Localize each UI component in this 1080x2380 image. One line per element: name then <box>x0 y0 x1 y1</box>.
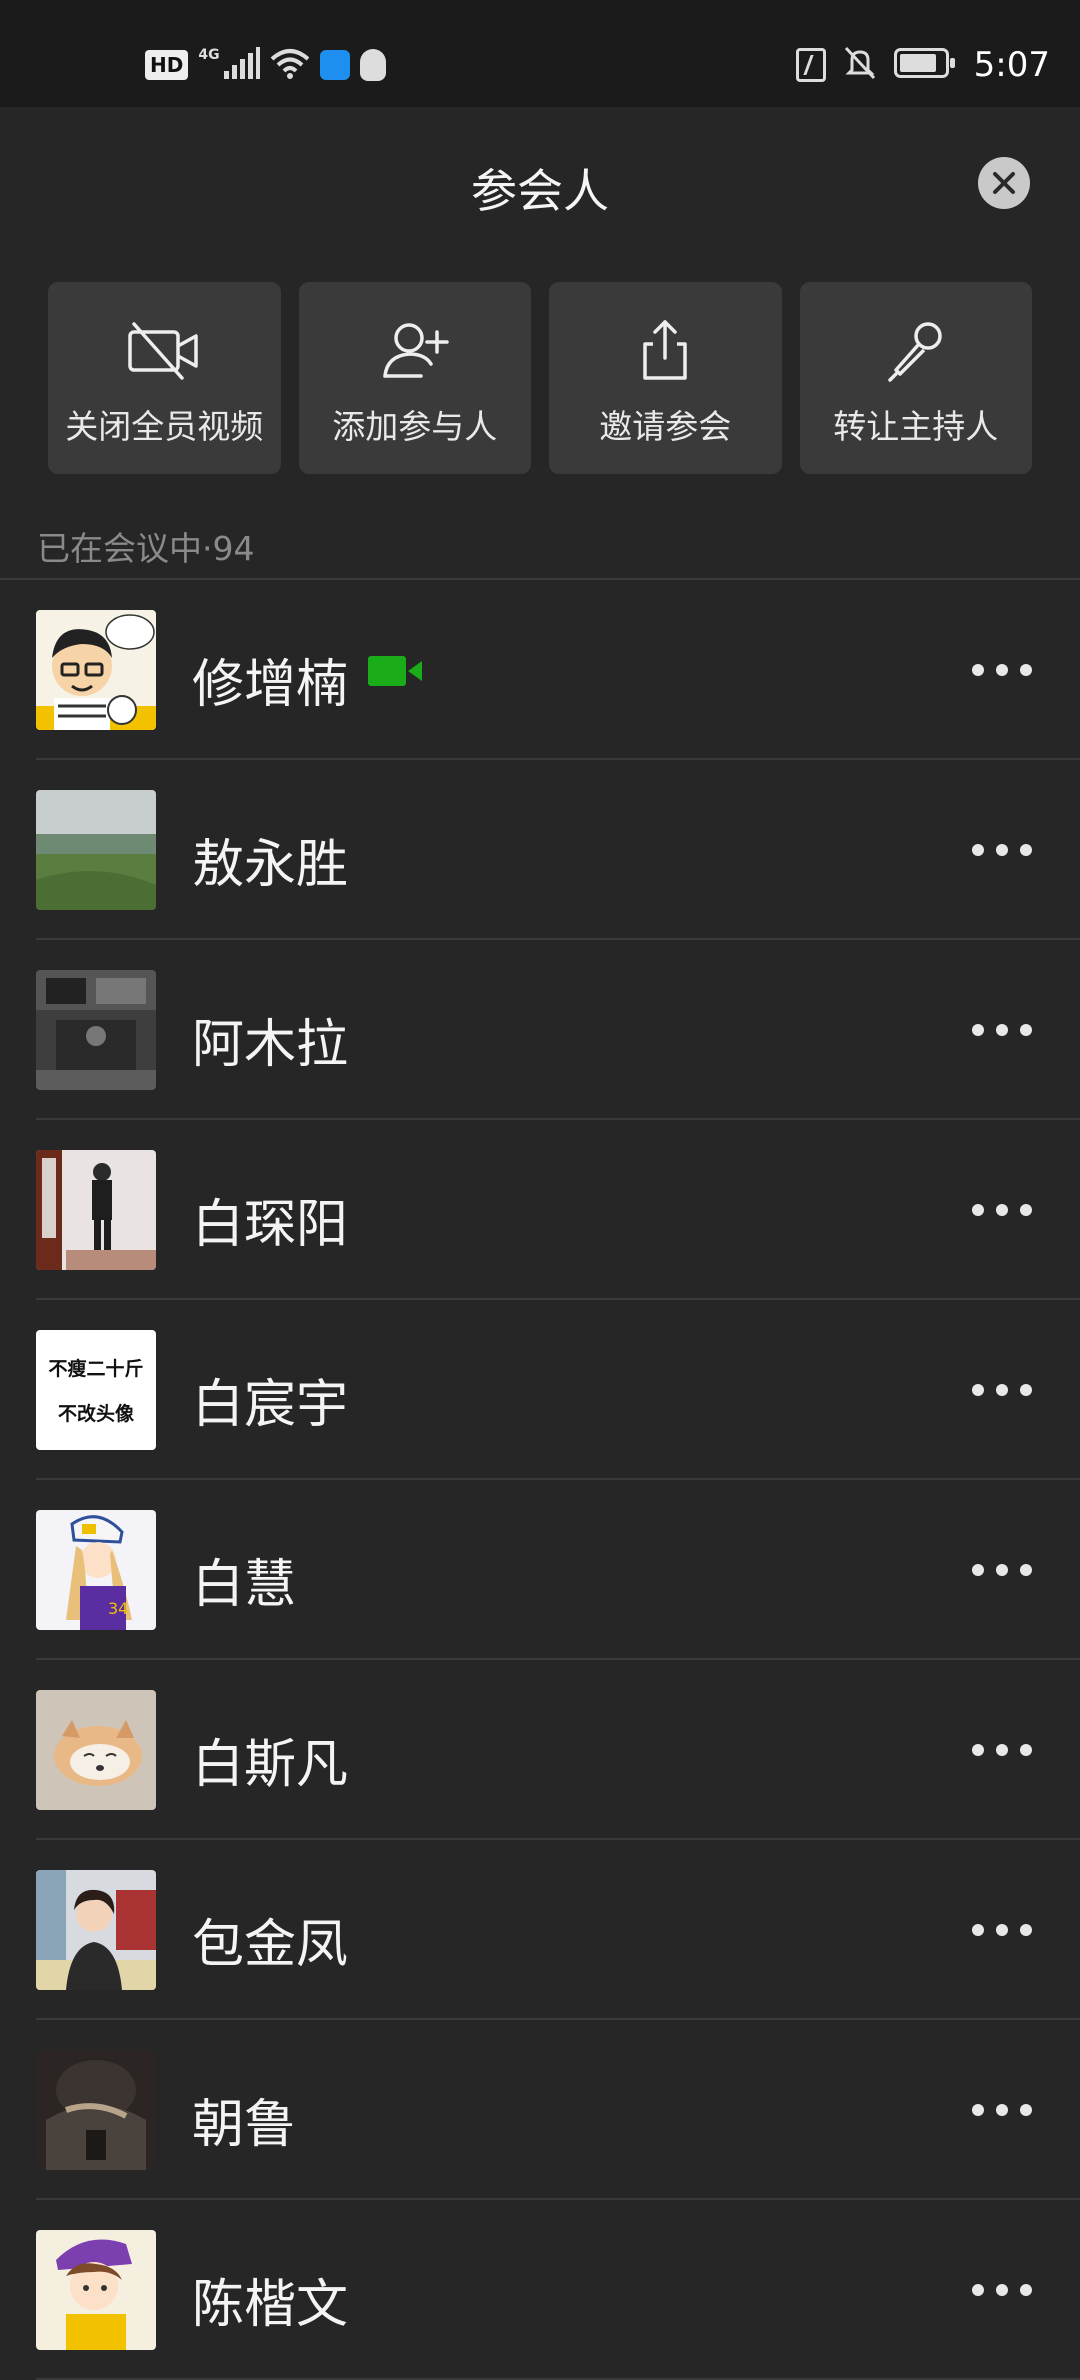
participant-name: 修增楠 <box>192 655 349 715</box>
more-options-button[interactable] <box>972 1010 1032 1050</box>
signal-icon <box>223 47 260 83</box>
panel-header: 参会人 <box>0 107 1080 257</box>
more-options-button[interactable] <box>972 2270 1032 2310</box>
avatar <box>36 2230 156 2350</box>
avatar <box>36 1870 156 1990</box>
avatar-text-line: 不改头像 <box>57 1403 134 1425</box>
avatar <box>36 790 156 910</box>
share-icon <box>643 320 687 380</box>
participant-name: 白斯凡 <box>192 1735 349 1795</box>
participant-name: 白宸宇 <box>192 1375 349 1435</box>
more-options-button[interactable] <box>972 650 1032 690</box>
participant-name: 包金凤 <box>192 1915 349 1975</box>
participant-row[interactable]: 34 白慧 <box>0 1480 1080 1660</box>
participant-row[interactable]: 白琛阳 <box>0 1120 1080 1300</box>
status-bar: HD 4G 5:07 <box>0 0 1080 107</box>
more-options-button[interactable] <box>972 1730 1032 1770</box>
participant-name: 朝鲁 <box>192 2095 297 2155</box>
avatar <box>36 970 156 1090</box>
avatar <box>36 1150 156 1270</box>
participant-name: 白慧 <box>192 1555 297 1615</box>
participant-name: 陈楷文 <box>192 2275 349 2335</box>
transfer-host-label: 转让主持人 <box>833 407 999 446</box>
more-options-button[interactable] <box>972 1190 1032 1230</box>
avatar-text-line: 不瘦二十斤 <box>48 1358 144 1380</box>
more-options-button[interactable] <box>972 1370 1032 1410</box>
qq-icon <box>359 49 386 81</box>
transfer-host-button[interactable]: 转让主持人 <box>799 282 1032 474</box>
participant-row[interactable]: 敖永胜 <box>0 760 1080 940</box>
more-options-button[interactable] <box>972 830 1032 870</box>
mute-icon <box>844 46 876 84</box>
avatar <box>36 2050 156 2170</box>
nfc-icon <box>795 48 826 82</box>
invite-button[interactable]: 邀请参会 <box>549 282 782 474</box>
avatar: 34 <box>36 1510 156 1630</box>
clock: 5:07 <box>973 45 1050 85</box>
participant-row[interactable]: 陈楷文 <box>0 2200 1080 2380</box>
in-meeting-count: 已在会议中·94 <box>37 529 255 568</box>
participant-row[interactable]: 不瘦二十斤 不改头像 白宸宇 <box>0 1300 1080 1480</box>
close-button[interactable] <box>978 157 1030 209</box>
more-options-button[interactable] <box>972 2090 1032 2130</box>
network-type: 4G <box>198 47 220 63</box>
status-right: 5:07 <box>795 44 1050 86</box>
app-notification-icon <box>319 50 350 80</box>
close-icon <box>993 172 1015 194</box>
avatar <box>36 610 156 730</box>
status-left: HD 4G <box>145 44 386 86</box>
action-bar: 关闭全员视频 添加参与人 邀请参会 转让主持人 <box>48 282 1032 474</box>
avatar: 不瘦二十斤 不改头像 <box>36 1330 156 1450</box>
page-title: 参会人 <box>471 164 609 218</box>
camera-off-icon <box>128 322 198 380</box>
battery-icon <box>893 48 956 82</box>
mute-all-video-button[interactable]: 关闭全员视频 <box>48 282 281 474</box>
participant-row[interactable]: 阿木拉 <box>0 940 1080 1120</box>
avatar <box>36 1690 156 1810</box>
wifi-icon <box>270 47 310 83</box>
hd-badge: HD <box>145 50 189 80</box>
invite-label: 邀请参会 <box>599 407 732 446</box>
participant-row[interactable]: 朝鲁 <box>0 2020 1080 2200</box>
participant-row[interactable]: 白斯凡 <box>0 1660 1080 1840</box>
mute-all-video-label: 关闭全员视频 <box>65 407 264 446</box>
svg-text:34: 34 <box>108 1599 128 1618</box>
participant-name: 阿木拉 <box>192 1015 349 1075</box>
add-participant-label: 添加参与人 <box>332 407 498 446</box>
participant-row[interactable]: 修增楠 <box>0 580 1080 760</box>
more-options-button[interactable] <box>972 1550 1032 1590</box>
video-on-icon <box>368 656 424 690</box>
participant-row[interactable]: 包金凤 <box>0 1840 1080 2020</box>
add-user-icon <box>383 323 449 378</box>
microphone-icon <box>888 322 942 382</box>
participant-list: 修增楠 敖永胜 阿木拉 白琛阳 不瘦二十斤 不改头像 白宸宇 34 白慧 白斯凡… <box>0 580 1080 2380</box>
participant-name: 白琛阳 <box>192 1195 349 1255</box>
participant-name: 敖永胜 <box>192 835 349 895</box>
add-participant-button[interactable]: 添加参与人 <box>298 282 531 474</box>
more-options-button[interactable] <box>972 1910 1032 1950</box>
